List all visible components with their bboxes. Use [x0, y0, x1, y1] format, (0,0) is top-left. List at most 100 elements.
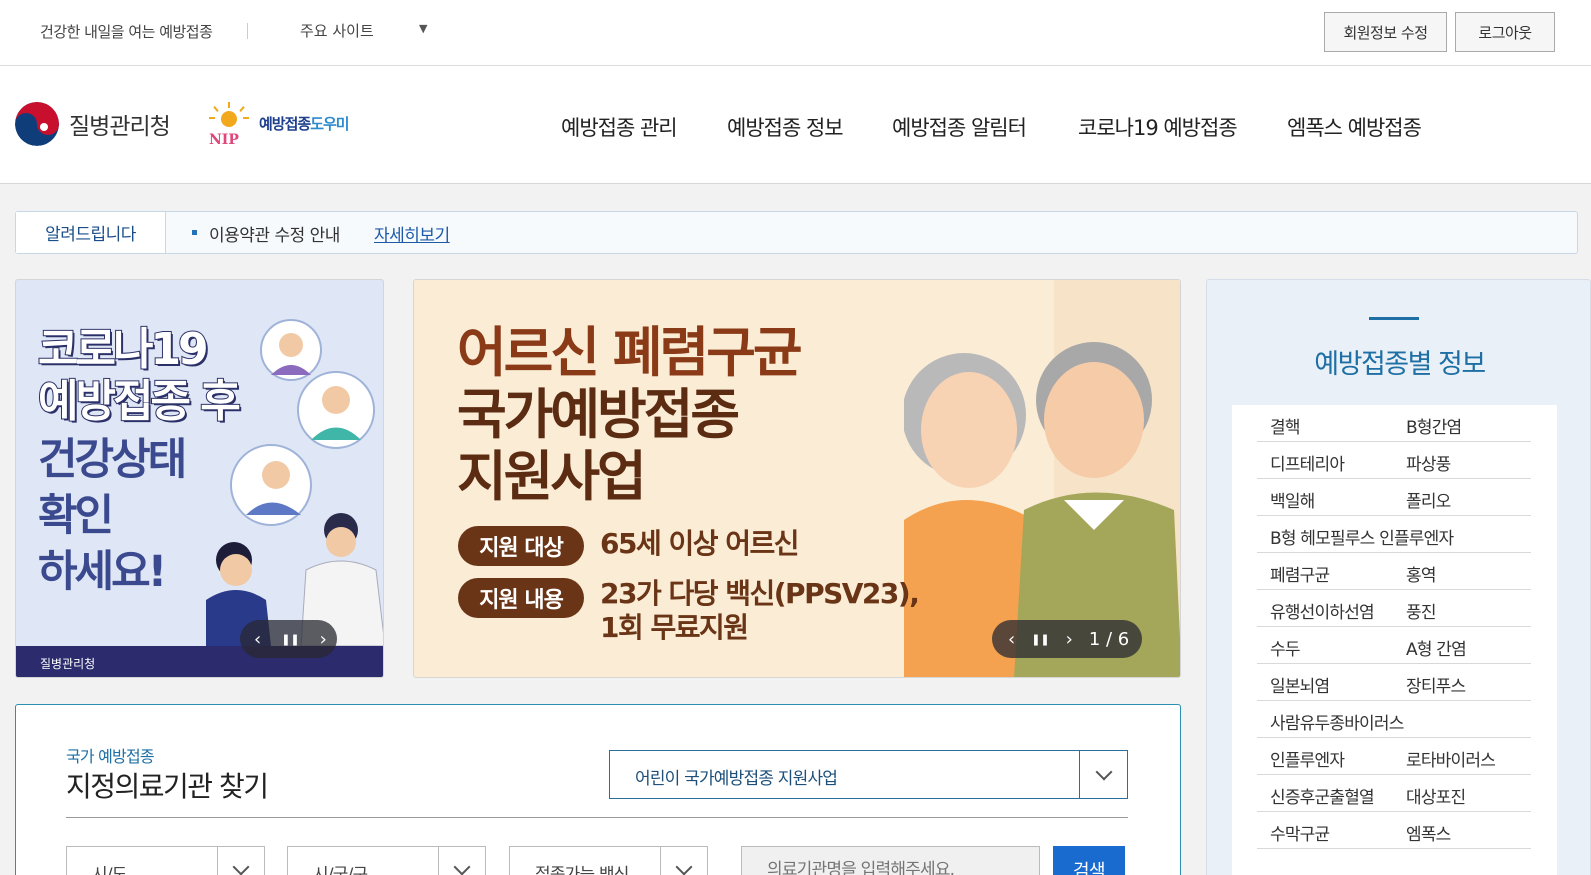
nav-vaccination-management[interactable]: 예방접종 관리: [561, 112, 678, 142]
list-item: 사람유두종바이러스: [1257, 701, 1531, 738]
clinic-search-input[interactable]: [741, 846, 1040, 875]
nip-logo-text: 예방접종도우미: [259, 115, 350, 133]
vaccine-link[interactable]: 홍역: [1406, 561, 1436, 586]
province-select[interactable]: 시/도: [66, 846, 265, 875]
vaccine-link[interactable]: B형 헤모필루스 인플루엔자: [1270, 524, 1454, 549]
notice-message[interactable]: 이용약관 수정 안내: [209, 221, 340, 246]
list-item: 디프테리아 파상풍: [1257, 442, 1531, 479]
prev-arrow-icon[interactable]: ‹: [254, 629, 261, 650]
vaccine-link[interactable]: 수두: [1270, 635, 1300, 660]
program-select[interactable]: 어린이 국가예방접종 지원사업: [609, 750, 1128, 799]
vaccine-link[interactable]: 유행선이하선염: [1270, 598, 1375, 623]
chevron-down-icon[interactable]: [217, 847, 264, 875]
utility-bar: 건강한 내일을 여는 예방접종 주요 사이트 ▼ 회원정보 수정 로그아웃: [0, 0, 1591, 66]
search-button[interactable]: 검색: [1053, 846, 1125, 875]
title-accent-bar: [1369, 317, 1419, 320]
notice-more-link[interactable]: 자세히보기: [374, 221, 450, 246]
covid-health-check-banner[interactable]: 코로나19 예방접종 후 건강상태 확인 하세요! 질병관리청 ‹ ❚❚ ›: [15, 279, 384, 678]
program-select-value: 어린이 국가예방접종 지원사업: [635, 769, 838, 789]
nav-covid19[interactable]: 코로나19 예방접종: [1078, 112, 1238, 142]
divider: [247, 23, 248, 39]
site-slogan: 건강한 내일을 여는 예방접종: [40, 23, 213, 41]
list-item: 백일해 폴리오: [1257, 479, 1531, 516]
edit-profile-button[interactable]: 회원정보 수정: [1324, 12, 1447, 52]
vaccine-link[interactable]: 폐렴구균: [1270, 561, 1330, 586]
vaccine-select-value: 접종가능 백신: [535, 865, 629, 875]
list-item: 일본뇌염 장티푸스: [1257, 664, 1531, 701]
notice-label: 알려드립니다: [16, 212, 166, 253]
list-item: B형 헤모필루스 인플루엔자: [1257, 516, 1531, 553]
banner1-controls: ‹ ❚❚ ›: [240, 620, 337, 658]
list-item: 유행선이하선염 풍진: [1257, 590, 1531, 627]
taegeuk-emblem-icon: [15, 102, 59, 146]
agency-name: 질병관리청: [69, 114, 171, 140]
vaccine-link[interactable]: 엠폭스: [1406, 820, 1451, 845]
section-kicker: 국가 예방접종: [66, 747, 155, 766]
pause-icon[interactable]: ❚❚: [281, 633, 299, 646]
list-item: 인플루엔자 로타바이러스: [1257, 738, 1531, 775]
next-arrow-icon[interactable]: ›: [1066, 629, 1073, 650]
list-item: 수두 A형 간염: [1257, 627, 1531, 664]
vaccine-link[interactable]: 풍진: [1406, 598, 1436, 623]
vaccine-list: 결핵 B형간염 디프테리아 파상풍 백일해 폴리오 B형 헤모필루스 인플루엔자 폐렴…: [1232, 405, 1557, 875]
svg-text:NIP: NIP: [209, 132, 239, 146]
district-select[interactable]: 시/군/구: [287, 846, 486, 875]
vaccine-info-panel: 예방접종별 정보 결핵 B형간염 디프테리아 파상풍 백일해 폴리오 B형 헤모필루스…: [1206, 279, 1591, 875]
logout-button[interactable]: 로그아웃: [1455, 12, 1555, 52]
list-item: 수막구균 엠폭스: [1257, 812, 1531, 849]
section-heading: 지정의료기관 찾기: [66, 770, 269, 803]
kdca-logo[interactable]: 질병관리청: [15, 102, 171, 146]
list-item: 결핵 B형간염: [1257, 405, 1531, 442]
vaccine-link[interactable]: 파상풍: [1406, 450, 1451, 475]
nav-vaccination-notice[interactable]: 예방접종 알림터: [892, 112, 1027, 142]
vaccine-link[interactable]: 신증후군출혈열: [1270, 783, 1375, 808]
clinic-finder: 국가 예방접종 지정의료기관 찾기 어린이 국가예방접종 지원사업 시/도 시/…: [15, 704, 1181, 875]
vaccine-link[interactable]: 일본뇌염: [1270, 672, 1330, 697]
chevron-down-icon[interactable]: ▼: [419, 22, 427, 35]
target-label: 지원 대상: [458, 526, 584, 566]
vaccine-link[interactable]: A형 간염: [1406, 635, 1467, 660]
content-label: 지원 내용: [458, 578, 584, 618]
nip-sun-icon: NIP: [209, 102, 249, 148]
notice-bar: 알려드립니다 이용약관 수정 안내 자세히보기: [15, 211, 1578, 254]
nav-vaccination-info[interactable]: 예방접종 정보: [727, 112, 844, 142]
list-item: 신증후군출혈열 대상포진: [1257, 775, 1531, 812]
bullet-icon: [192, 230, 197, 235]
kdca-footer-logo: 질병관리청: [40, 657, 96, 671]
vaccine-link[interactable]: 백일해: [1270, 487, 1315, 512]
vaccine-link[interactable]: 폴리오: [1406, 487, 1451, 512]
banner-subtext: 건강상태 확인 하세요!: [38, 435, 187, 597]
vaccine-link[interactable]: 디프테리아: [1270, 450, 1345, 475]
pneumococcal-program-banner[interactable]: 어르신 폐렴구균 국가예방접종 지원사업 지원 대상 65세 이상 어르신 지원…: [413, 279, 1181, 678]
pause-icon[interactable]: ❚❚: [1031, 633, 1049, 646]
vaccine-link[interactable]: B형간염: [1406, 413, 1462, 438]
next-arrow-icon[interactable]: ›: [320, 629, 327, 650]
site-header: 질병관리청 NIP 예방접종도우미 예방접종 관리 예방접종 정보 예방접종 알…: [0, 66, 1591, 184]
vaccine-select[interactable]: 접종가능 백신: [509, 846, 708, 875]
banner-title: 어르신 폐렴구균 국가예방접종 지원사업: [457, 321, 803, 508]
panel-title: 예방접종별 정보: [1314, 349, 1486, 380]
banner2-controls: ‹ ❚❚ › 1 / 6: [992, 620, 1142, 658]
nip-logo[interactable]: NIP 예방접종도우미: [207, 102, 367, 148]
chevron-down-icon[interactable]: [1079, 751, 1127, 798]
vaccination-illustration: [206, 319, 383, 646]
chevron-down-icon[interactable]: [660, 847, 707, 875]
province-select-value: 시/도: [92, 865, 127, 875]
vaccine-link[interactable]: 결핵: [1270, 413, 1300, 438]
vaccine-link[interactable]: 대상포진: [1406, 783, 1466, 808]
chevron-down-icon[interactable]: [438, 847, 485, 875]
slide-counter: 1 / 6: [1088, 628, 1130, 650]
content-value: 23가 다당 백신(PPSV23), 1회 무료지원: [600, 577, 920, 644]
target-value: 65세 이상 어르신: [600, 527, 800, 560]
vaccine-link[interactable]: 수막구균: [1270, 820, 1330, 845]
prev-arrow-icon[interactable]: ‹: [1008, 629, 1015, 650]
vaccine-link[interactable]: 장티푸스: [1406, 672, 1466, 697]
list-item: 폐렴구균 홍역: [1257, 553, 1531, 590]
vaccine-link[interactable]: 인플루엔자: [1270, 746, 1345, 771]
vaccine-link[interactable]: 사람유두종바이러스: [1270, 709, 1404, 734]
nav-mpox[interactable]: 엠폭스 예방접종: [1287, 112, 1422, 142]
major-sites-dropdown[interactable]: 주요 사이트: [300, 20, 374, 41]
vaccine-link[interactable]: 로타바이러스: [1406, 746, 1496, 771]
divider: [66, 817, 1128, 818]
district-select-value: 시/군/구: [313, 865, 368, 875]
